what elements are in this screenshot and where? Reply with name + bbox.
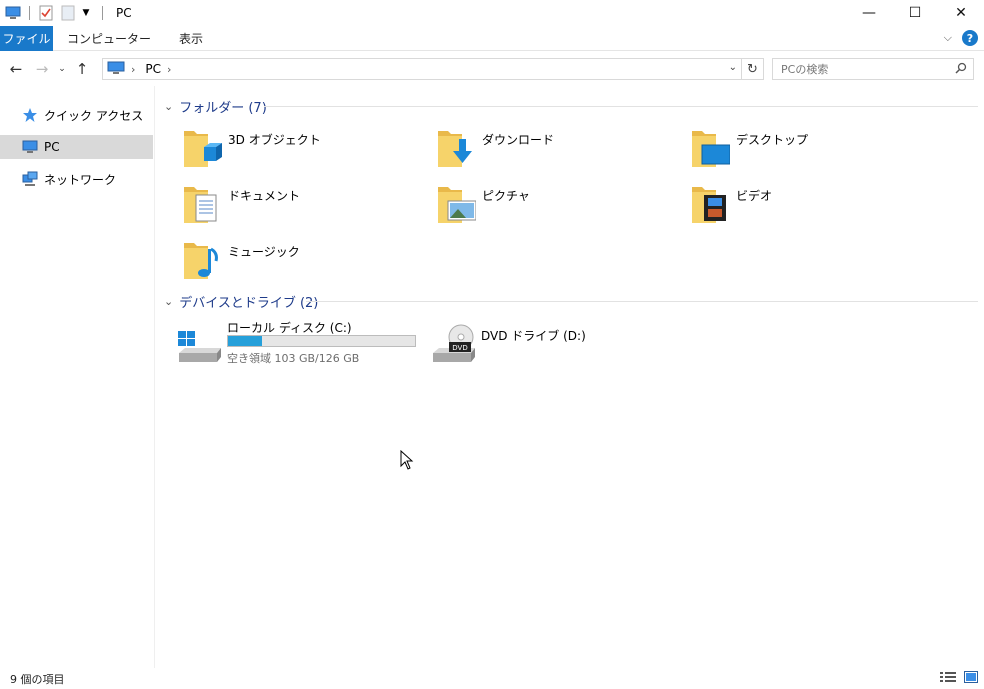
forward-button[interactable]: → — [29, 60, 55, 78]
search-icon[interactable] — [955, 62, 967, 77]
network-icon — [22, 171, 40, 187]
help-icon[interactable]: ? — [962, 30, 978, 46]
recent-locations-icon[interactable]: ⌄ — [55, 64, 69, 74]
star-icon — [22, 107, 40, 123]
tab-computer[interactable]: コンピューター — [53, 26, 165, 51]
expand-ribbon-icon[interactable]: ⌵ — [944, 31, 952, 45]
nav-item-label: ネットワーク — [44, 172, 117, 187]
up-button[interactable]: ↑ — [69, 60, 95, 78]
folder-downloads[interactable]: ダウンロード — [436, 127, 676, 179]
navigation-pane: クイック アクセス PC ネットワーク — [0, 86, 155, 668]
nav-item-network[interactable]: ネットワーク — [0, 167, 153, 191]
folder-music-icon — [182, 239, 222, 287]
folder-pictures[interactable]: ピクチャ — [436, 183, 676, 235]
folder-download-icon — [436, 127, 476, 175]
group-header-label: デバイスとドライブ (2) — [179, 295, 319, 311]
folder-music[interactable]: ミュージック — [182, 239, 422, 291]
breadcrumb-pc[interactable]: PC — [145, 62, 161, 76]
ribbon-tabs: ファイル コンピューター 表示 ⌵ ? — [0, 25, 984, 51]
group-header-label: フォルダー (7) — [179, 100, 267, 116]
nav-item-label: クイック アクセス — [44, 108, 144, 123]
address-bar-row: ← → ⌄ ↑ › PC › ⌄ ↻ PCの検索 — [0, 52, 984, 86]
folder-name: ダウンロード — [482, 133, 555, 147]
tab-file[interactable]: ファイル — [0, 25, 53, 51]
folder-name: ミュージック — [228, 245, 300, 259]
drive-dvd-d[interactable]: DVD DVD ドライブ (D:) — [431, 319, 681, 371]
refresh-button[interactable]: ↻ — [742, 58, 764, 80]
divider — [306, 301, 978, 302]
computer-icon — [22, 139, 40, 155]
drive-usage-bar — [227, 335, 416, 347]
folder-picture-icon — [436, 183, 477, 231]
drive-name: DVD ドライブ (D:) — [481, 329, 586, 343]
dvd-badge: DVD — [452, 344, 467, 352]
chevron-right-icon[interactable]: › — [167, 63, 171, 76]
chevron-down-icon[interactable]: ⌄ — [164, 100, 173, 113]
folder-film-icon — [690, 183, 730, 231]
search-input[interactable]: PCの検索 — [772, 58, 974, 80]
folder-3d-icon — [182, 127, 222, 175]
windows-disk-icon — [177, 331, 223, 368]
folder-3d-objects[interactable]: 3D オブジェクト — [182, 127, 422, 179]
folder-name: ドキュメント — [228, 189, 301, 203]
drive-usage-fill — [228, 336, 262, 346]
group-header-folders[interactable]: ⌄ フォルダー (7) — [164, 97, 267, 116]
dvd-drive-icon: DVD — [431, 323, 477, 368]
computer-icon — [107, 61, 125, 78]
chevron-right-icon[interactable]: › — [131, 63, 135, 76]
drive-free-space: 空き領域 103 GB/126 GB — [227, 352, 360, 365]
group-header-drives[interactable]: ⌄ デバイスとドライブ (2) — [164, 292, 319, 311]
nav-item-pc[interactable]: PC — [0, 135, 153, 159]
title-bar: ▼ PC — ☐ ✕ — [0, 0, 984, 26]
computer-icon[interactable] — [4, 4, 22, 22]
tab-view[interactable]: 表示 — [165, 26, 217, 51]
drive-local-disk-c[interactable]: ローカル ディスク (C:) 空き領域 103 GB/126 GB — [177, 319, 427, 371]
folder-desktop-icon — [690, 127, 731, 175]
properties-icon[interactable] — [37, 4, 55, 22]
divider — [264, 106, 978, 107]
folder-documents[interactable]: ドキュメント — [182, 183, 422, 235]
divider — [102, 6, 103, 20]
new-folder-icon[interactable] — [59, 4, 77, 22]
folder-name: 3D オブジェクト — [228, 133, 321, 147]
search-placeholder: PCの検索 — [781, 63, 829, 76]
item-count: 9 個の項目 — [10, 672, 65, 686]
back-button[interactable]: ← — [3, 60, 29, 78]
divider — [29, 6, 30, 20]
mouse-cursor-icon — [400, 449, 414, 473]
folder-document-icon — [182, 183, 222, 231]
large-icons-view-icon[interactable] — [964, 671, 978, 686]
drive-name: ローカル ディスク (C:) — [227, 321, 352, 335]
folder-name: ビデオ — [736, 189, 773, 203]
minimize-button[interactable]: — — [846, 0, 892, 26]
details-view-icon[interactable] — [940, 671, 956, 686]
maximize-button[interactable]: ☐ — [892, 0, 938, 26]
folder-videos[interactable]: ビデオ — [690, 183, 930, 235]
folder-name: デスクトップ — [736, 133, 809, 147]
close-button[interactable]: ✕ — [938, 0, 984, 26]
window-title: PC — [116, 6, 132, 20]
quick-access-toolbar: ▼ — [4, 4, 110, 22]
nav-item-label: PC — [44, 140, 60, 154]
folder-name: ピクチャ — [482, 189, 530, 203]
chevron-down-icon[interactable]: ⌄ — [164, 295, 173, 308]
chevron-down-icon[interactable]: ⌄ — [729, 62, 737, 73]
customize-toolbar-icon[interactable]: ▼ — [77, 4, 95, 22]
status-bar: 9 個の項目 — [0, 668, 984, 689]
address-field[interactable]: › PC › ⌄ — [102, 58, 742, 80]
folder-desktop[interactable]: デスクトップ — [690, 127, 930, 179]
nav-item-quick-access[interactable]: クイック アクセス — [0, 103, 153, 127]
